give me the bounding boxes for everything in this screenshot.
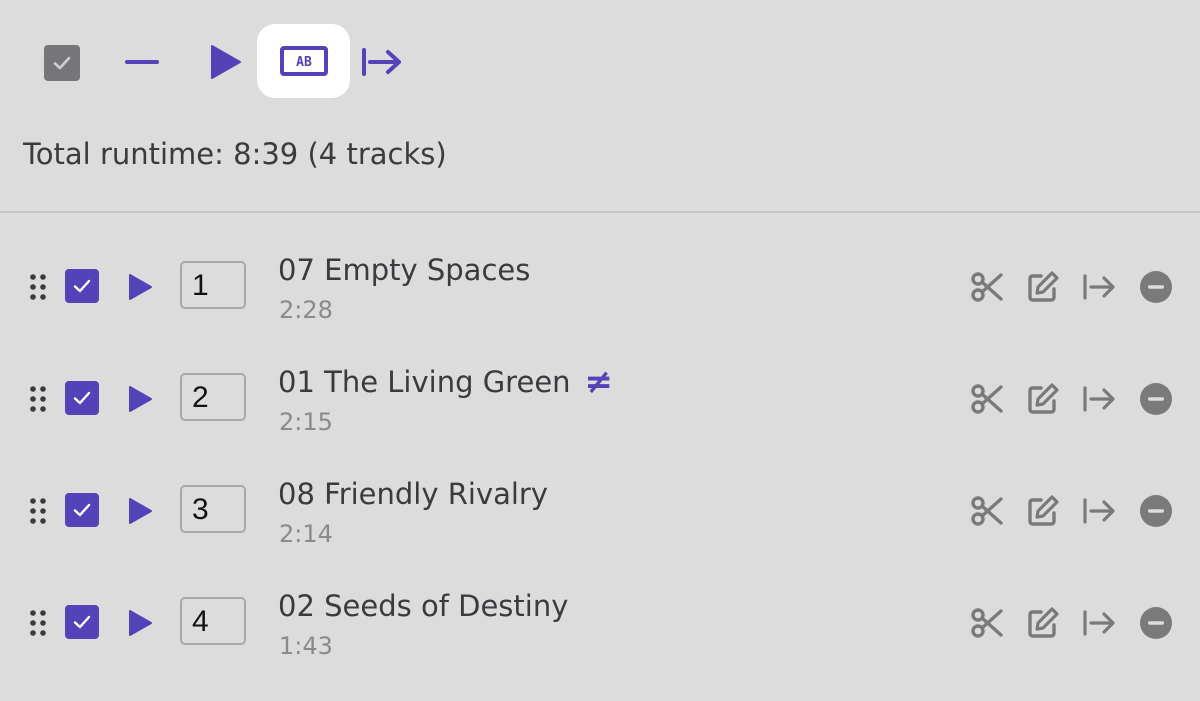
- play-all-button[interactable]: [200, 38, 248, 86]
- mismatch-icon[interactable]: ≠: [585, 365, 614, 399]
- track-duration: 2:15: [279, 408, 333, 436]
- edit-button[interactable]: [1023, 491, 1063, 531]
- edit-icon: [1028, 383, 1059, 414]
- check-icon: [73, 615, 91, 629]
- edit-button[interactable]: [1023, 267, 1063, 307]
- arrow-right-to-bar-icon: [1083, 610, 1115, 636]
- track-title: 02 Seeds of Destiny: [278, 589, 569, 623]
- select-all-checkbox[interactable]: [44, 45, 80, 81]
- minus-circle-icon: [1140, 271, 1172, 303]
- remove-button[interactable]: [1136, 491, 1176, 531]
- scissors-icon: [971, 496, 1003, 526]
- track-order-input[interactable]: 1: [180, 261, 246, 309]
- drag-handle-icon[interactable]: [28, 609, 48, 637]
- ab-label: AB: [296, 55, 312, 70]
- move-to-end-button[interactable]: [1079, 379, 1119, 419]
- track-checkbox[interactable]: [65, 605, 99, 639]
- track-row: 4 02 Seeds of Destiny 1:43: [0, 566, 1200, 678]
- minus-circle-icon: [1140, 495, 1172, 527]
- track-title: 08 Friendly Rivalry: [278, 477, 549, 511]
- track-play-button[interactable]: [120, 380, 158, 418]
- check-icon: [53, 56, 71, 70]
- play-icon: [211, 45, 241, 79]
- arrow-right-to-bar-icon: [1083, 386, 1115, 412]
- edit-icon: [1028, 607, 1059, 638]
- track-order-input[interactable]: 3: [180, 485, 246, 533]
- track-checkbox[interactable]: [65, 381, 99, 415]
- track-checkbox[interactable]: [65, 493, 99, 527]
- track-order-input[interactable]: 4: [180, 597, 246, 645]
- track-row: 1 07 Empty Spaces 2:28: [0, 230, 1200, 342]
- edit-button[interactable]: [1023, 379, 1063, 419]
- scissors-icon: [971, 608, 1003, 638]
- drag-handle-icon[interactable]: [28, 385, 48, 413]
- track-order-input[interactable]: 2: [180, 373, 246, 421]
- remove-button[interactable]: [1136, 603, 1176, 643]
- drag-handle-icon[interactable]: [28, 273, 48, 301]
- track-play-button[interactable]: [120, 604, 158, 642]
- remove-button[interactable]: [1136, 379, 1176, 419]
- toolbar: AB: [0, 0, 1200, 124]
- track-checkbox[interactable]: [65, 269, 99, 303]
- move-to-end-button[interactable]: [1079, 603, 1119, 643]
- ab-mode-button[interactable]: AB: [257, 24, 350, 98]
- play-icon: [129, 274, 152, 300]
- check-icon: [73, 503, 91, 517]
- play-icon: [129, 610, 152, 636]
- play-icon: [129, 498, 152, 524]
- check-icon: [73, 391, 91, 405]
- track-title-wrap: 07 Empty Spaces: [278, 250, 530, 290]
- scissors-icon: [971, 272, 1003, 302]
- check-icon: [73, 279, 91, 293]
- track-title: 07 Empty Spaces: [278, 253, 531, 287]
- track-row: 2 01 The Living Green ≠ 2:15: [0, 342, 1200, 454]
- track-duration: 1:43: [279, 632, 333, 660]
- move-to-end-button[interactable]: [356, 38, 408, 86]
- track-title-wrap: 08 Friendly Rivalry: [278, 474, 548, 514]
- cut-button[interactable]: [967, 491, 1007, 531]
- minus-circle-icon: [1140, 383, 1172, 415]
- runtime-summary: Total runtime: 8:39 (4 tracks): [23, 137, 447, 171]
- track-title-wrap: 01 The Living Green ≠: [278, 362, 613, 402]
- remove-button[interactable]: [1136, 267, 1176, 307]
- drag-handle-icon[interactable]: [28, 497, 48, 525]
- track-play-button[interactable]: [120, 268, 158, 306]
- move-to-end-button[interactable]: [1079, 491, 1119, 531]
- edit-icon: [1028, 271, 1059, 302]
- track-title-wrap: 02 Seeds of Destiny: [278, 586, 568, 626]
- track-row: 3 08 Friendly Rivalry 2:14: [0, 454, 1200, 566]
- deselect-button[interactable]: [118, 40, 166, 84]
- arrow-right-to-bar-icon: [362, 48, 401, 76]
- scissors-icon: [971, 384, 1003, 414]
- track-duration: 2:28: [279, 296, 333, 324]
- move-to-end-button[interactable]: [1079, 267, 1119, 307]
- track-play-button[interactable]: [120, 492, 158, 530]
- cut-button[interactable]: [967, 603, 1007, 643]
- cut-button[interactable]: [967, 267, 1007, 307]
- play-icon: [129, 386, 152, 412]
- minus-circle-icon: [1140, 607, 1172, 639]
- edit-icon: [1028, 495, 1059, 526]
- track-title: 01 The Living Green: [278, 365, 571, 399]
- divider: [0, 211, 1200, 213]
- ab-icon: AB: [279, 46, 328, 76]
- arrow-right-to-bar-icon: [1083, 498, 1115, 524]
- edit-button[interactable]: [1023, 603, 1063, 643]
- arrow-right-to-bar-icon: [1083, 274, 1115, 300]
- cut-button[interactable]: [967, 379, 1007, 419]
- track-duration: 2:14: [279, 520, 333, 548]
- minus-icon: [125, 60, 159, 64]
